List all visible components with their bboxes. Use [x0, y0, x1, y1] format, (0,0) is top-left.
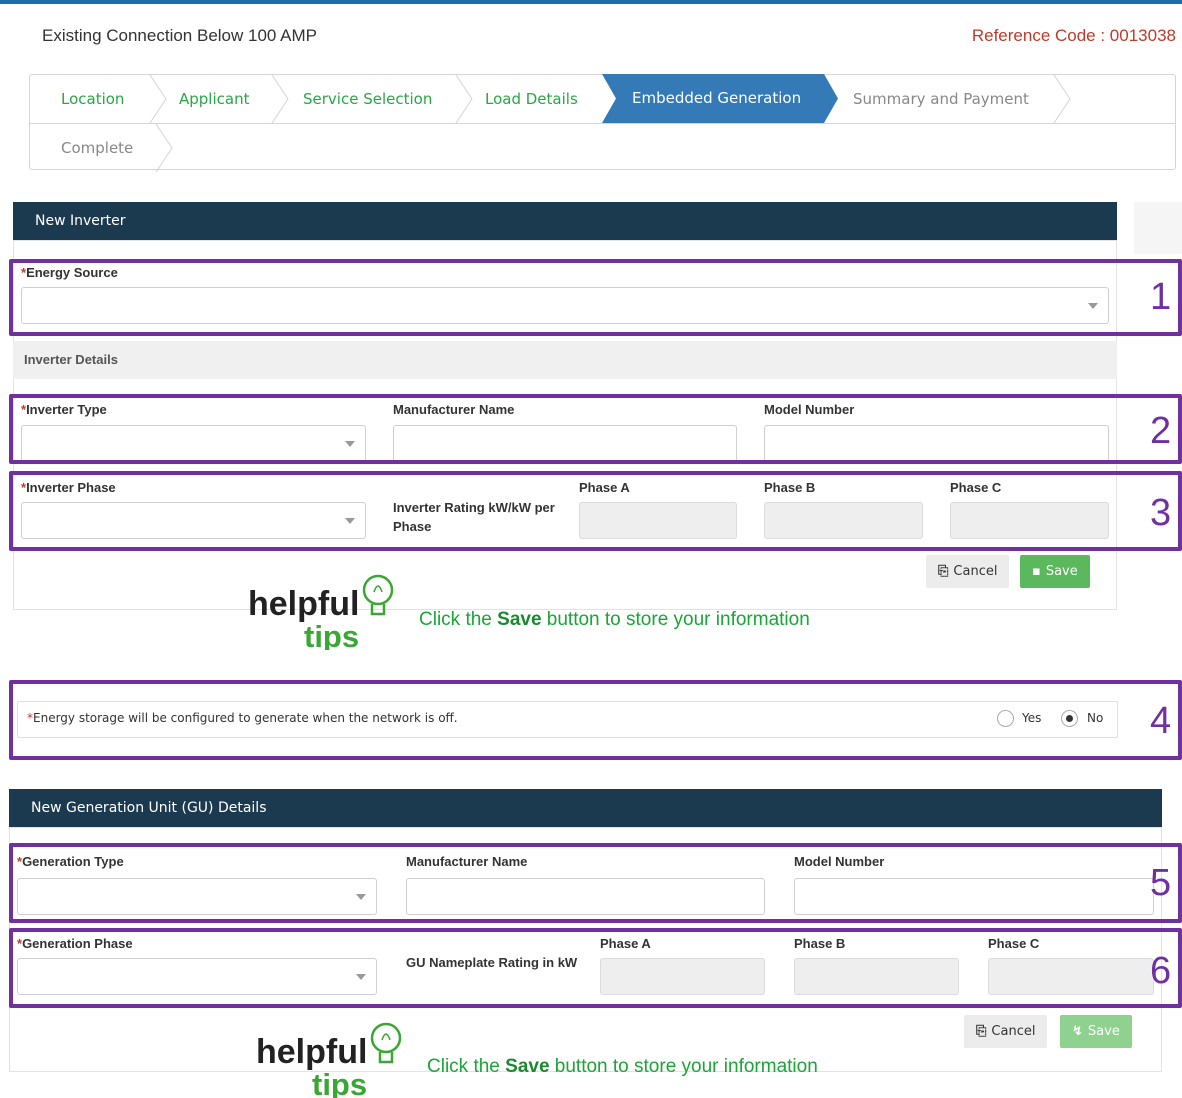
- generation-save-button[interactable]: ↯ Save: [1060, 1015, 1132, 1048]
- top-accent-bar: [0, 0, 1182, 4]
- chevron-separator: [455, 75, 473, 123]
- lightbulb-icon: [370, 1022, 402, 1064]
- chevron-separator: [271, 75, 289, 123]
- chevron-separator: [155, 124, 173, 172]
- annotation-box-6: [9, 928, 1182, 1008]
- annotation-number-1: 1: [1150, 276, 1172, 318]
- annotation-number-2: 2: [1150, 410, 1172, 452]
- annotation-box-4: [9, 680, 1182, 760]
- inverter-cancel-button[interactable]: ⎘ Cancel: [926, 555, 1010, 588]
- inverter-panel-header: New Inverter: [13, 202, 1117, 240]
- tips-word: tips: [304, 619, 359, 650]
- page-title: Existing Connection Below 100 AMP: [42, 26, 317, 45]
- annotation-box-3: [9, 471, 1182, 551]
- annotation-box-5: [9, 843, 1182, 923]
- chevron-separator: [149, 75, 167, 123]
- helpful-tips-logo: helpful tips: [248, 570, 398, 654]
- wizard-row-2: Complete: [30, 123, 1175, 172]
- annotation-number-6: 6: [1150, 950, 1172, 992]
- annotation-number-5: 5: [1150, 862, 1172, 904]
- generation-cancel-button[interactable]: ⎘ Cancel: [964, 1015, 1048, 1048]
- step-load-details[interactable]: Load Details: [485, 75, 578, 123]
- step-service-selection[interactable]: Service Selection: [303, 75, 432, 123]
- step-location[interactable]: Location: [61, 75, 124, 123]
- annotation-number-3: 3: [1150, 492, 1172, 534]
- inverter-details-heading: Inverter Details: [13, 341, 1117, 379]
- wizard-steps: Location Applicant Service Selection Loa…: [29, 74, 1176, 172]
- helpful-word: helpful: [256, 1033, 367, 1071]
- annotation-number-4: 4: [1150, 700, 1172, 742]
- helpful-tips-logo: helpful tips: [256, 1018, 406, 1098]
- step-embedded-generation[interactable]: Embedded Generation: [602, 74, 838, 123]
- lightbulb-icon: [362, 574, 394, 616]
- cancel-icon: ⎘: [938, 564, 949, 579]
- cancel-icon: ⎘: [976, 1024, 987, 1039]
- annotation-box-2: [9, 394, 1182, 464]
- helpful-word: helpful: [248, 585, 359, 623]
- step-complete[interactable]: Complete: [61, 124, 133, 172]
- chevron-separator: [1053, 75, 1071, 123]
- generation-panel-header: New Generation Unit (GU) Details: [9, 789, 1162, 827]
- save-icon: ▪: [1032, 564, 1041, 579]
- step-applicant[interactable]: Applicant: [179, 75, 249, 123]
- helpful-tips-text: Click the Save button to store your info…: [419, 609, 810, 630]
- tips-word: tips: [312, 1067, 367, 1098]
- step-summary-and-payment[interactable]: Summary and Payment: [853, 75, 1029, 123]
- inverter-save-button[interactable]: ▪ Save: [1020, 555, 1090, 588]
- save-icon: ↯: [1072, 1024, 1083, 1039]
- side-panel-strip: [1134, 202, 1182, 254]
- helpful-tips-text: Click the Save button to store your info…: [427, 1056, 818, 1077]
- reference-code: Reference Code : 0013038: [971, 26, 1176, 45]
- annotation-box-1: [9, 259, 1182, 336]
